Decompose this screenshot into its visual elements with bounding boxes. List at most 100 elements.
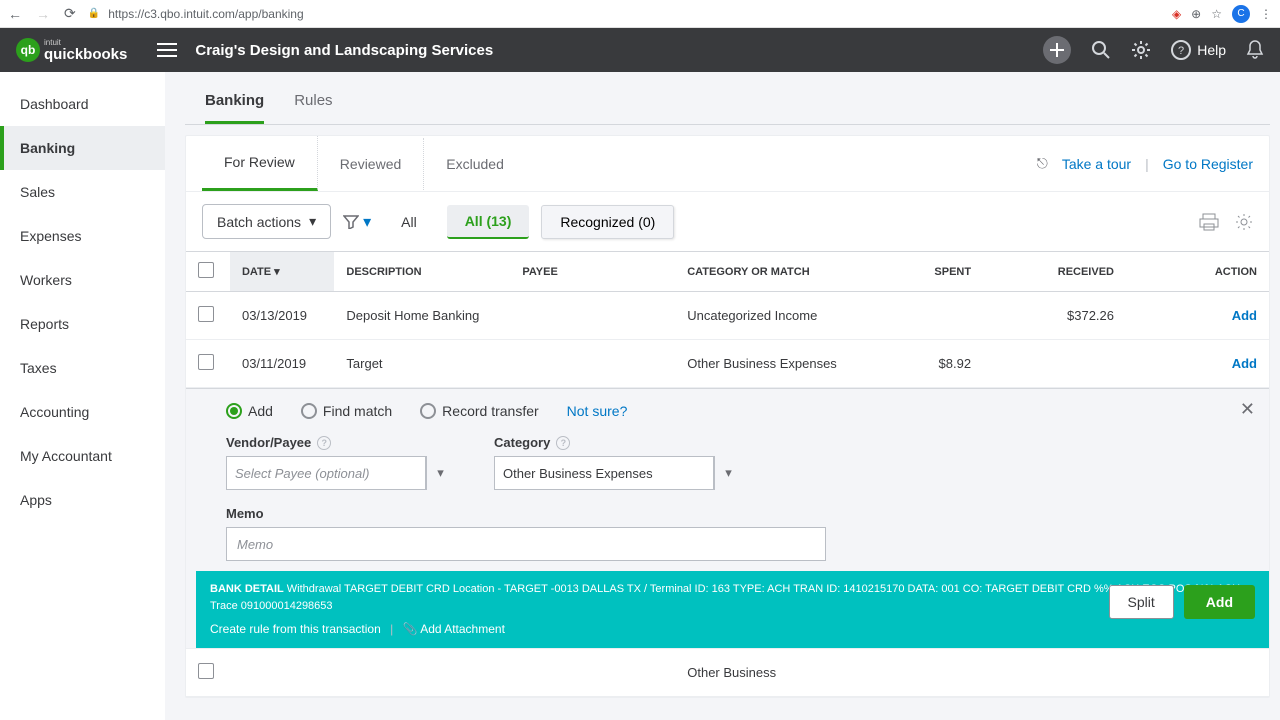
cell-category: Other Business Expenses: [675, 340, 862, 388]
tab-reviewed[interactable]: Reviewed: [318, 138, 424, 190]
qb-logo: qb intuit quickbooks: [16, 38, 127, 62]
qb-logo-icon: qb: [16, 38, 40, 62]
table-row[interactable]: Other Business: [186, 649, 1269, 697]
add-action[interactable]: Add: [1126, 340, 1269, 388]
settings-gear-icon[interactable]: [1235, 213, 1253, 231]
header-date[interactable]: DATE: [242, 266, 271, 278]
header-category[interactable]: CATEGORY OR MATCH: [675, 252, 862, 292]
print-icon[interactable]: [1199, 213, 1219, 231]
tab-for-review[interactable]: For Review: [202, 136, 318, 191]
header-spent[interactable]: SPENT: [862, 252, 983, 292]
filter-all[interactable]: All: [383, 206, 435, 238]
chevron-down-icon[interactable]: ▾: [714, 456, 742, 490]
filter-recognized[interactable]: Recognized (0): [541, 205, 674, 239]
profile-avatar[interactable]: C: [1232, 5, 1250, 23]
cell-payee: [510, 340, 675, 388]
zoom-icon[interactable]: ⊕: [1191, 7, 1201, 21]
memo-label: Memo: [226, 506, 1229, 521]
sort-down-icon: ▾: [274, 266, 280, 278]
sidebar-item-workers[interactable]: Workers: [0, 258, 165, 302]
radio-record-transfer[interactable]: Record transfer: [420, 403, 538, 419]
sidebar-item-accounting[interactable]: Accounting: [0, 390, 165, 434]
cell-description: Deposit Home Banking: [334, 292, 510, 340]
category-select[interactable]: Other Business Expenses: [494, 456, 714, 490]
sidebar-item-banking[interactable]: Banking: [0, 126, 165, 170]
app-header: qb intuit quickbooks Craig's Design and …: [0, 28, 1280, 72]
header-received[interactable]: RECEIVED: [983, 252, 1126, 292]
cell-description: Target: [334, 340, 510, 388]
vendor-select[interactable]: Select Payee (optional): [226, 456, 426, 490]
sidebar-item-sales[interactable]: Sales: [0, 170, 165, 214]
sidebar-item-taxes[interactable]: Taxes: [0, 346, 165, 390]
cell-spent: [862, 292, 983, 340]
filter-button[interactable]: ▾: [343, 212, 371, 232]
row-checkbox[interactable]: [198, 354, 214, 370]
sidebar-item-apps[interactable]: Apps: [0, 478, 165, 522]
svg-text:?: ?: [1178, 45, 1184, 57]
lock-icon: 🔒: [88, 8, 100, 19]
forward-icon[interactable]: →: [36, 6, 50, 22]
sidebar-item-expenses[interactable]: Expenses: [0, 214, 165, 258]
chevron-down-icon: ▾: [309, 213, 316, 230]
row-checkbox[interactable]: [198, 306, 214, 322]
not-sure-link[interactable]: Not sure?: [567, 403, 628, 419]
transaction-detail-panel: ✕ Add Find match Record transfer Not sur…: [186, 388, 1269, 648]
filter-all-count[interactable]: All (13): [447, 205, 530, 239]
tab-rules[interactable]: Rules: [294, 82, 332, 124]
header-action[interactable]: ACTION: [1126, 252, 1269, 292]
banking-panel: For Review Reviewed Excluded ⎋ Take a to…: [185, 135, 1270, 698]
separator: |: [1145, 156, 1149, 172]
bell-icon[interactable]: [1246, 40, 1264, 60]
close-icon[interactable]: ✕: [1240, 399, 1255, 420]
header-payee[interactable]: PAYEE: [510, 252, 675, 292]
company-name: Craig's Design and Landscaping Services: [195, 42, 493, 59]
select-all-checkbox[interactable]: [198, 262, 214, 278]
tab-banking[interactable]: Banking: [205, 82, 264, 124]
radio-find-match[interactable]: Find match: [301, 403, 392, 419]
sidebar-item-myaccountant[interactable]: My Accountant: [0, 434, 165, 478]
reload-icon[interactable]: ⟳: [64, 5, 76, 22]
cell-date: 03/13/2019: [230, 292, 334, 340]
header-description[interactable]: DESCRIPTION: [334, 252, 510, 292]
help-icon[interactable]: ?: [317, 436, 331, 450]
add-button[interactable]: Add: [1184, 585, 1255, 619]
add-action[interactable]: Add: [1126, 292, 1269, 340]
sidebar-item-dashboard[interactable]: Dashboard: [0, 82, 165, 126]
extension-icon[interactable]: ◈: [1172, 7, 1181, 21]
gear-icon[interactable]: [1131, 40, 1151, 60]
add-attachment-link[interactable]: Add Attachment: [420, 622, 505, 636]
help-icon[interactable]: ?: [556, 436, 570, 450]
tour-icon: ⎋: [1037, 155, 1048, 172]
batch-actions-button[interactable]: Batch actions ▾: [202, 204, 331, 239]
split-button[interactable]: Split: [1109, 585, 1174, 619]
cell-payee: [510, 292, 675, 340]
cell-category: Other Business: [675, 649, 862, 697]
cell-category: Uncategorized Income: [675, 292, 862, 340]
cell-received: $372.26: [983, 292, 1126, 340]
menu-icon[interactable]: ⋮: [1260, 7, 1272, 21]
table-row[interactable]: 03/13/2019 Deposit Home Banking Uncatego…: [186, 292, 1269, 340]
search-icon[interactable]: [1091, 40, 1111, 60]
hamburger-icon[interactable]: [157, 43, 177, 57]
go-register-link[interactable]: Go to Register: [1163, 156, 1253, 172]
chevron-down-icon[interactable]: ▾: [426, 456, 454, 490]
sidebar-item-reports[interactable]: Reports: [0, 302, 165, 346]
help-label[interactable]: Help: [1197, 42, 1226, 58]
star-icon[interactable]: ☆: [1211, 7, 1222, 21]
memo-input[interactable]: Memo: [226, 527, 826, 561]
batch-label: Batch actions: [217, 214, 301, 230]
help-icon[interactable]: ?: [1171, 40, 1191, 60]
sidebar: Dashboard Banking Sales Expenses Workers…: [0, 72, 165, 720]
create-rule-link[interactable]: Create rule from this transaction: [210, 622, 381, 636]
tab-excluded[interactable]: Excluded: [424, 138, 526, 190]
radio-add[interactable]: Add: [226, 403, 273, 419]
row-checkbox[interactable]: [198, 663, 214, 679]
main-content: Banking Rules For Review Reviewed Exclud…: [185, 72, 1270, 720]
url-text: https://c3.qbo.intuit.com/app/banking: [108, 7, 303, 21]
sub-tabs: Banking Rules: [185, 72, 1270, 125]
back-icon[interactable]: ←: [8, 6, 22, 22]
table-row[interactable]: 03/11/2019 Target Other Business Expense…: [186, 340, 1269, 388]
create-button[interactable]: [1043, 36, 1071, 64]
cell-spent: $8.92: [862, 340, 983, 388]
take-tour-link[interactable]: Take a tour: [1062, 156, 1131, 172]
